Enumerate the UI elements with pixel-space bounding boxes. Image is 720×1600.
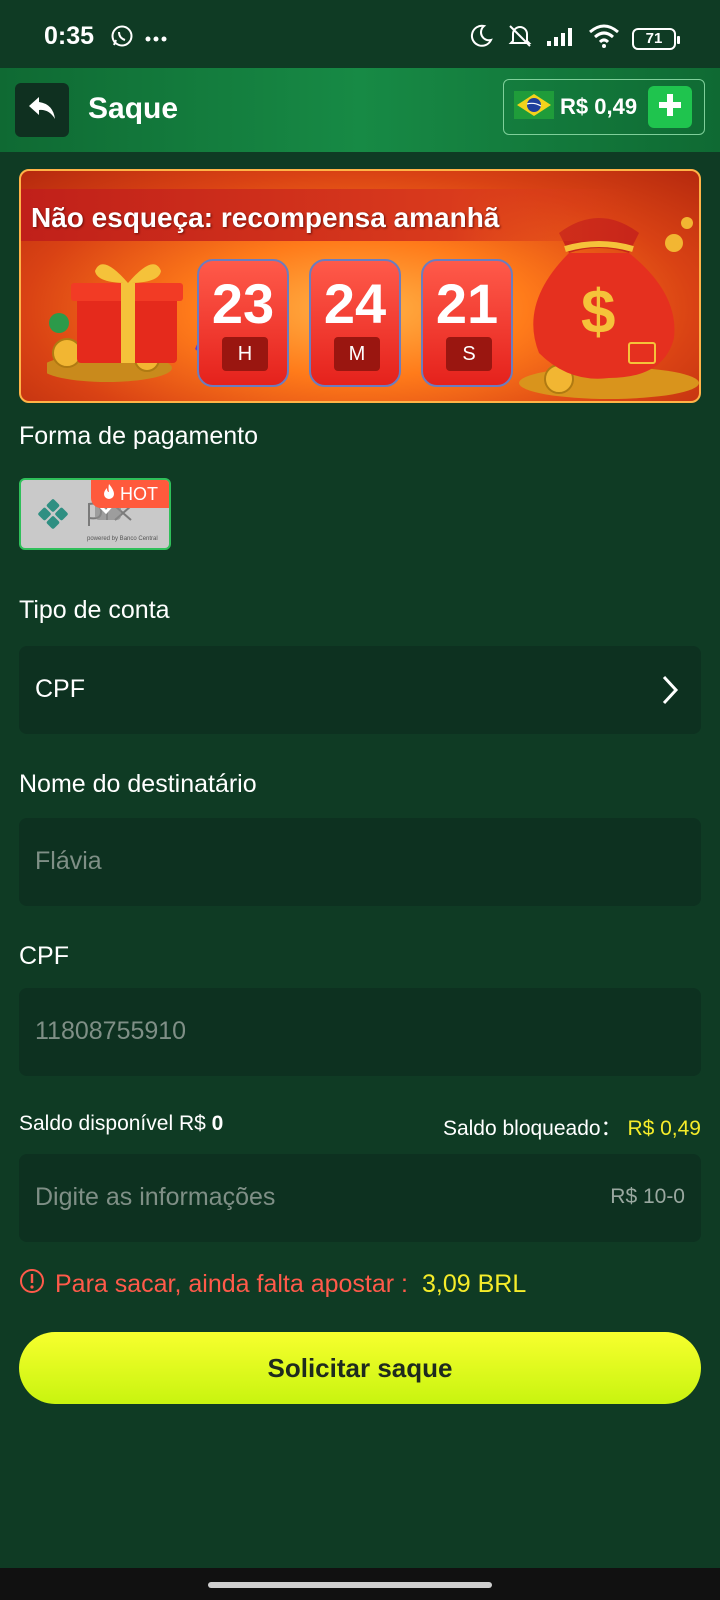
home-indicator[interactable] bbox=[208, 1582, 492, 1588]
pix-tagline: powered by Banco Central bbox=[87, 536, 158, 542]
muted-bell-icon bbox=[506, 22, 534, 55]
timer-value: 24 bbox=[323, 272, 387, 335]
cpf-value: 11808755910 bbox=[35, 1017, 187, 1045]
promo-banner[interactable]: $ Não esqueça: recompensa amanhã 23 H 24… bbox=[19, 169, 701, 403]
system-nav-bar bbox=[0, 1568, 720, 1600]
withdraw-amount-field[interactable]: Digite as informações R$ 10-0 bbox=[19, 1154, 701, 1242]
page-title: Saque bbox=[88, 92, 179, 125]
blocked-balance: Saldo bloqueado： R$ 0,49 bbox=[443, 1112, 701, 1142]
timer-unit: H bbox=[222, 337, 268, 371]
timer-unit: M bbox=[334, 337, 380, 371]
alert-circle-icon bbox=[19, 1268, 45, 1301]
recipient-name-label: Nome do destinatário bbox=[19, 770, 257, 798]
back-arrow-icon bbox=[25, 91, 59, 130]
signal-icon bbox=[546, 25, 576, 52]
hot-label: HOT bbox=[120, 483, 158, 504]
blocked-balance-label: Saldo bloqueado： bbox=[442, 1117, 622, 1140]
available-balance-value: 0 bbox=[211, 1112, 224, 1135]
status-bar: 0:35 71 bbox=[0, 0, 720, 68]
header-bar: Saque R$ 0,49 bbox=[0, 68, 720, 152]
gift-box-icon bbox=[42, 253, 212, 388]
blocked-balance-value: R$ 0,49 bbox=[627, 1117, 701, 1140]
more-dots-icon bbox=[144, 30, 168, 48]
header-balance: R$ 0,49 bbox=[503, 79, 705, 135]
timer-value: 21 bbox=[435, 272, 499, 335]
plus-icon bbox=[657, 92, 683, 123]
recipient-name-field[interactable]: Flávia bbox=[19, 818, 701, 906]
balance-info-row: Saldo disponível R$ 0 Saldo bloqueado： R… bbox=[19, 1112, 701, 1142]
brazil-flag-icon bbox=[514, 90, 554, 124]
status-time: 0:35 bbox=[44, 22, 95, 50]
flame-icon bbox=[102, 483, 116, 506]
balance-amount: R$ 0,49 bbox=[560, 94, 638, 119]
request-withdrawal-button[interactable]: Solicitar saque bbox=[19, 1332, 701, 1404]
whatsapp-icon bbox=[110, 24, 134, 53]
banner-title: Não esqueça: recompensa amanhã bbox=[31, 202, 500, 233]
timer-seconds: 21 S bbox=[421, 259, 513, 387]
payment-option-pix[interactable]: pix powered by Banco Central HOT bbox=[19, 478, 171, 550]
timer-unit: S bbox=[446, 337, 492, 371]
moon-icon bbox=[468, 23, 494, 54]
hot-badge: HOT bbox=[91, 480, 169, 508]
account-type-value: CPF bbox=[35, 675, 85, 703]
back-button[interactable] bbox=[15, 83, 69, 137]
chevron-right-icon bbox=[661, 674, 679, 711]
wager-warning: Para sacar, ainda falta apostar : 3,09 B… bbox=[19, 1268, 526, 1301]
svg-text:$: $ bbox=[581, 278, 615, 347]
amount-range: R$ 10-0 bbox=[610, 1185, 685, 1208]
payment-method-label: Forma de pagamento bbox=[19, 422, 259, 450]
status-left-icons bbox=[110, 24, 168, 53]
warning-amount: 3,09 BRL bbox=[422, 1270, 527, 1298]
recipient-name-value: Flávia bbox=[35, 847, 102, 875]
account-type-label: Tipo de conta bbox=[19, 596, 170, 624]
timer-minutes: 24 M bbox=[309, 259, 401, 387]
amount-placeholder: Digite as informações bbox=[35, 1183, 276, 1211]
deposit-button[interactable] bbox=[648, 86, 692, 128]
account-type-select[interactable]: CPF bbox=[19, 646, 701, 734]
cpf-field[interactable]: 11808755910 bbox=[19, 988, 701, 1076]
timer-value: 23 bbox=[211, 272, 275, 335]
warning-text: Para sacar, ainda falta apostar : bbox=[55, 1270, 408, 1298]
available-balance-label: Saldo disponível R$ bbox=[19, 1112, 206, 1135]
wifi-icon bbox=[588, 24, 620, 53]
battery-icon: 71 bbox=[632, 27, 680, 50]
status-right-icons: 71 bbox=[468, 22, 680, 55]
cpf-label: CPF bbox=[19, 942, 69, 970]
timer-hours: 23 H bbox=[197, 259, 289, 387]
